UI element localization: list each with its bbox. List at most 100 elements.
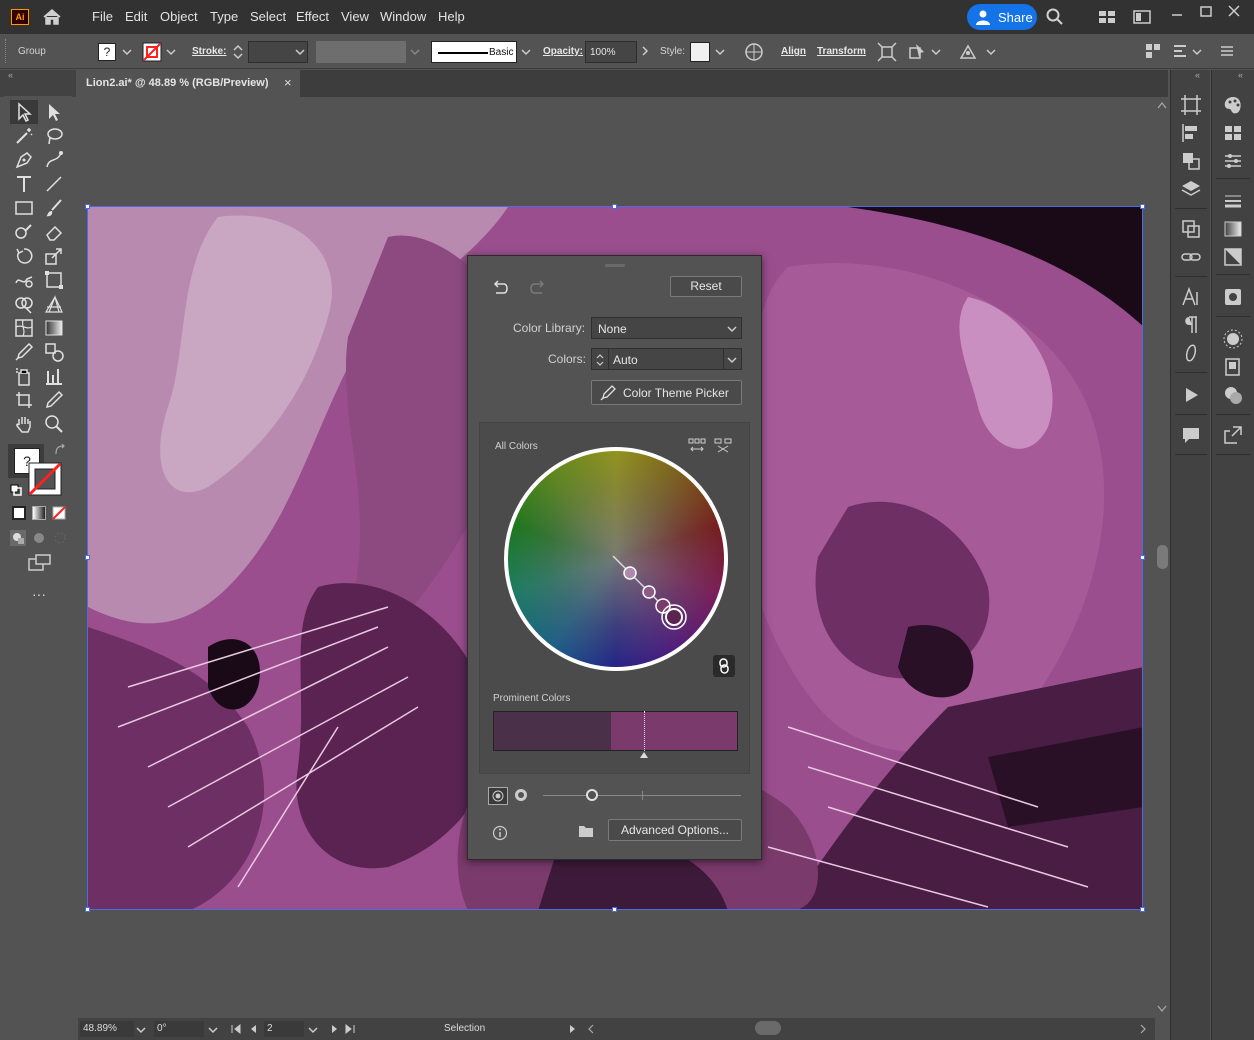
- slice-tool-icon[interactable]: [43, 389, 65, 411]
- export-icon[interactable]: [1222, 424, 1244, 446]
- graphic-style-swatch[interactable]: [690, 42, 710, 62]
- menu-view[interactable]: View: [341, 9, 369, 24]
- menu-edit[interactable]: Edit: [125, 9, 147, 24]
- chevron-down-icon[interactable]: [295, 47, 305, 57]
- chevron-down-icon[interactable]: [208, 1025, 218, 1035]
- scroll-thumb[interactable]: [1157, 545, 1168, 569]
- chevron-down-icon[interactable]: [410, 47, 420, 57]
- color-guide-icon[interactable]: [1222, 94, 1244, 116]
- menu-file[interactable]: File: [92, 9, 113, 24]
- blend-tool-icon[interactable]: [43, 341, 65, 363]
- rotate-tool-icon[interactable]: [13, 245, 35, 267]
- gradient-panel-icon[interactable]: [1222, 218, 1244, 240]
- pen-tool-icon[interactable]: [13, 149, 35, 171]
- warp-tool-icon[interactable]: [13, 269, 35, 291]
- share-button[interactable]: Share: [967, 4, 1037, 30]
- close-icon[interactable]: [1227, 4, 1241, 18]
- chevron-down-icon[interactable]: [308, 1025, 318, 1035]
- gradient-tool-icon[interactable]: [43, 317, 65, 339]
- prominent-colors-bar[interactable]: [493, 711, 738, 751]
- artboards-panel-icon[interactable]: [1180, 94, 1202, 116]
- chevron-right-icon[interactable]: [640, 46, 650, 56]
- scroll-down-icon[interactable]: [1157, 1005, 1167, 1013]
- opacity-label[interactable]: Opacity:: [543, 46, 583, 57]
- selection-handle[interactable]: [1140, 907, 1145, 912]
- align-icon[interactable]: [1180, 122, 1202, 144]
- stroke-label[interactable]: Stroke:: [192, 46, 226, 57]
- graphic-styles-icon[interactable]: [1222, 356, 1244, 378]
- chevron-down-icon[interactable]: [715, 47, 725, 57]
- selection-handle[interactable]: [85, 907, 90, 912]
- zoom-field[interactable]: 48.89%: [80, 1021, 134, 1037]
- pathfinder-icon[interactable]: [1180, 150, 1202, 172]
- panel-menu-icon[interactable]: [1220, 44, 1234, 58]
- menu-type[interactable]: Type: [210, 9, 238, 24]
- free-transform-icon[interactable]: [43, 269, 65, 291]
- variable-width-profile[interactable]: [316, 41, 406, 63]
- draw-normal-icon[interactable]: [10, 530, 26, 546]
- opacity-input[interactable]: 100%: [585, 41, 637, 63]
- horizontal-scroll-thumb[interactable]: [755, 1021, 781, 1035]
- chevron-down-icon[interactable]: [136, 1025, 146, 1035]
- collapse-arrows-icon[interactable]: «: [8, 70, 13, 80]
- chevron-down-icon[interactable]: [521, 47, 531, 57]
- rectangle-tool-icon[interactable]: [13, 197, 35, 219]
- direct-selection-tool-icon[interactable]: [43, 101, 65, 123]
- paintbrush-tool-icon[interactable]: [43, 197, 65, 219]
- type-tool-icon[interactable]: [13, 173, 35, 195]
- minimize-icon[interactable]: [1170, 8, 1184, 22]
- transform-panel-icon[interactable]: [1172, 43, 1188, 59]
- swap-colors-icon[interactable]: [54, 444, 66, 456]
- align-link[interactable]: Align: [781, 46, 806, 57]
- first-artboard-icon[interactable]: [230, 1023, 242, 1035]
- redo-icon[interactable]: [528, 280, 546, 296]
- artboard-tool-icon[interactable]: [13, 389, 35, 411]
- scroll-left-icon[interactable]: [586, 1023, 596, 1035]
- rotation-field[interactable]: 0°: [154, 1021, 204, 1037]
- workspace-icon[interactable]: [1098, 10, 1116, 24]
- appearance-icon[interactable]: [1222, 328, 1244, 350]
- shape-builder-icon[interactable]: [13, 293, 35, 315]
- symbols-icon[interactable]: [1222, 384, 1244, 406]
- stepper-icon[interactable]: [232, 43, 244, 61]
- screen-mode-icon[interactable]: [28, 554, 52, 572]
- eraser-tool-icon[interactable]: [43, 221, 65, 243]
- collapse-arrows-icon[interactable]: «: [1238, 70, 1243, 80]
- stroke-swatch[interactable]: [142, 42, 162, 62]
- distribute-colors-icon[interactable]: [688, 437, 706, 455]
- color-markers[interactable]: [608, 551, 698, 641]
- column-graph-icon[interactable]: [43, 365, 65, 387]
- swatches-icon[interactable]: [1222, 122, 1244, 144]
- paragraph-icon[interactable]: [1180, 314, 1202, 336]
- home-icon[interactable]: [42, 8, 62, 26]
- scroll-up-icon[interactable]: [1157, 101, 1167, 109]
- link-harmony-button[interactable]: [713, 655, 735, 677]
- chevron-down-icon[interactable]: [986, 47, 996, 57]
- links-icon[interactable]: [1180, 246, 1202, 268]
- colors-select[interactable]: Auto: [591, 348, 742, 370]
- line-tool-icon[interactable]: [43, 173, 65, 195]
- character-icon[interactable]: [1180, 286, 1202, 308]
- scale-tool-icon[interactable]: [43, 245, 65, 267]
- actions-icon[interactable]: [1180, 384, 1202, 406]
- comments-icon[interactable]: [1180, 424, 1202, 446]
- prominent-color-segment[interactable]: [610, 712, 737, 750]
- search-icon[interactable]: [1046, 8, 1064, 26]
- curvature-tool-icon[interactable]: [43, 149, 65, 171]
- recolor-artwork-icon[interactable]: [744, 42, 764, 62]
- selection-handle[interactable]: [612, 204, 617, 209]
- selection-handle[interactable]: [612, 907, 617, 912]
- segmented-wheel-icon[interactable]: [514, 788, 528, 802]
- selection-tool-icon[interactable]: [13, 101, 35, 123]
- properties-icon[interactable]: [1222, 150, 1244, 172]
- scroll-right-icon[interactable]: [1138, 1023, 1148, 1035]
- chevron-down-icon[interactable]: [166, 47, 176, 57]
- undo-icon[interactable]: [492, 280, 510, 296]
- tab-close-icon[interactable]: ×: [284, 75, 292, 90]
- stroke-panel-icon[interactable]: [1222, 190, 1244, 212]
- magic-wand-icon[interactable]: [13, 125, 35, 147]
- transform-link[interactable]: Transform: [817, 46, 866, 57]
- selection-handle[interactable]: [85, 555, 90, 560]
- selection-handle[interactable]: [1140, 555, 1145, 560]
- status-menu-icon[interactable]: [568, 1023, 578, 1035]
